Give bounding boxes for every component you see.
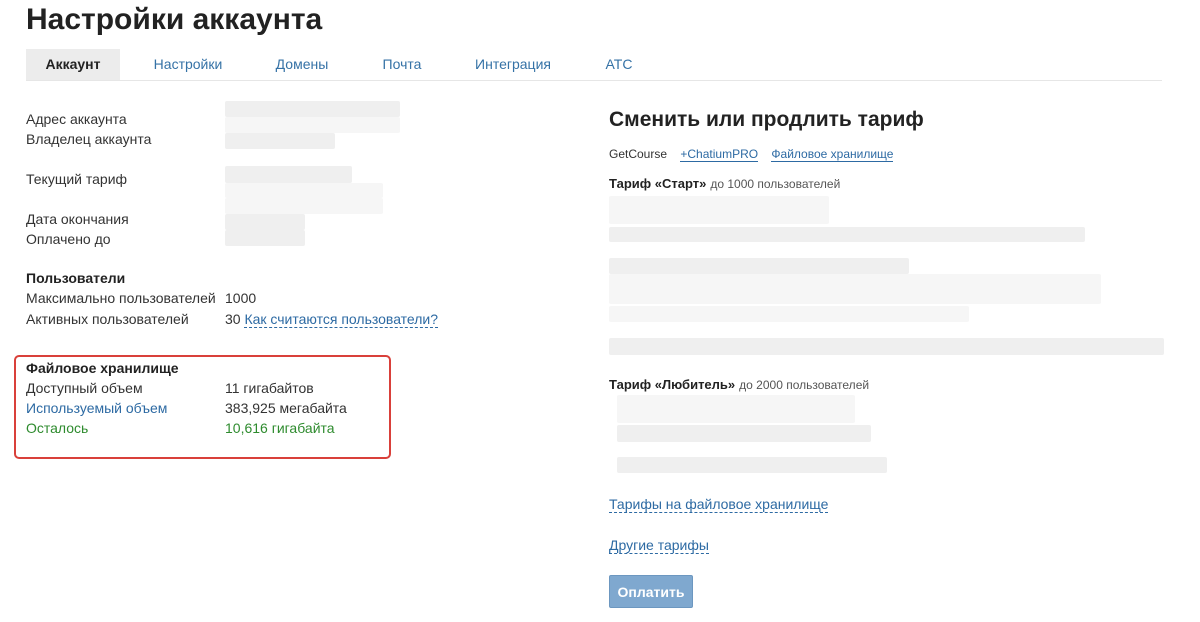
tab-settings[interactable]: Настройки <box>142 49 234 80</box>
redacted-owner <box>225 133 335 149</box>
storage-available-label: Доступный объем <box>26 380 143 396</box>
paid-until-label: Оплачено до <box>26 231 111 247</box>
redacted-tariff-2 <box>225 183 383 198</box>
account-owner-label: Владелец аккаунта <box>26 131 152 147</box>
active-users-label: Активных пользователей <box>26 311 189 327</box>
storage-used-value: 383,925 мегабайта <box>225 400 347 416</box>
active-users-row: 30 Как считаются пользователи? <box>225 311 439 328</box>
product-chatium-link[interactable]: +ChatiumPRO <box>680 147 759 162</box>
plan-start-users: до 1000 пользователей <box>710 177 841 191</box>
redacted-address-2 <box>225 117 400 133</box>
current-tariff-label: Текущий тариф <box>26 171 128 187</box>
max-users-label: Максимально пользователей <box>26 290 216 306</box>
page-title: Настройки аккаунта <box>26 3 323 36</box>
storage-left-value: 10,616 гигабайта <box>225 420 335 436</box>
tab-integration[interactable]: Интеграция <box>466 49 560 80</box>
redacted-plan-start-2 <box>609 227 1085 242</box>
product-storage-link[interactable]: Файловое хранилище <box>771 147 894 162</box>
tab-account[interactable]: Аккаунт <box>26 49 120 80</box>
plan-amateur-name: Тариф «Любитель» <box>609 377 736 392</box>
users-heading: Пользователи <box>26 270 126 286</box>
redacted-plan-start-3 <box>609 258 909 274</box>
end-date-label: Дата окончания <box>26 211 129 227</box>
storage-tariffs-link[interactable]: Тарифы на файловое хранилище <box>609 496 829 513</box>
plan-amateur-users: до 2000 пользователей <box>739 378 870 392</box>
redacted-end-date <box>225 198 383 214</box>
plan-start-title: Тариф «Старт» до 1000 пользователей <box>609 176 840 191</box>
account-address-label: Адрес аккаунта <box>26 111 127 127</box>
tab-pbx[interactable]: АТС <box>594 49 644 80</box>
plan-start-name: Тариф «Старт» <box>609 176 707 191</box>
storage-available-value: 11 гигабайтов <box>225 380 314 396</box>
tab-domains[interactable]: Домены <box>262 49 342 80</box>
redacted-plan-start-4 <box>609 274 1101 304</box>
redacted-tariff <box>225 166 352 183</box>
other-tariffs-link[interactable]: Другие тарифы <box>609 537 709 554</box>
redacted-address <box>225 101 400 117</box>
max-users-value: 1000 <box>225 290 257 306</box>
storage-heading: Файловое хранилище <box>26 360 179 376</box>
pay-button[interactable]: Оплатить <box>609 575 693 608</box>
change-tariff-title: Сменить или продлить тариф <box>609 108 924 131</box>
tab-mail[interactable]: Почта <box>368 49 436 80</box>
redacted-plan-start-5 <box>609 306 969 322</box>
redacted-plan-amateur-2 <box>617 425 871 442</box>
redacted-plan-amateur-3 <box>617 457 887 473</box>
product-getcourse[interactable]: GetCourse <box>609 147 667 161</box>
storage-left-label: Осталось <box>26 420 89 436</box>
redacted-plan-amateur-1 <box>617 395 855 423</box>
storage-used-label: Используемый объем <box>26 400 168 416</box>
redacted-plan-start-1 <box>609 196 829 224</box>
redacted-paid-until <box>225 230 305 246</box>
how-users-counted-link[interactable]: Как считаются пользователи? <box>244 311 439 328</box>
product-filter: GetCourse +ChatiumPRO Файловое хранилище <box>609 147 903 162</box>
tab-bar: Аккаунт Настройки Домены Почта Интеграци… <box>26 49 1162 81</box>
redacted-plan-start-6 <box>609 338 1164 355</box>
active-users-value: 30 <box>225 311 241 327</box>
plan-amateur-title: Тариф «Любитель» до 2000 пользователей <box>609 377 869 392</box>
redacted-end-date-2 <box>225 214 305 230</box>
